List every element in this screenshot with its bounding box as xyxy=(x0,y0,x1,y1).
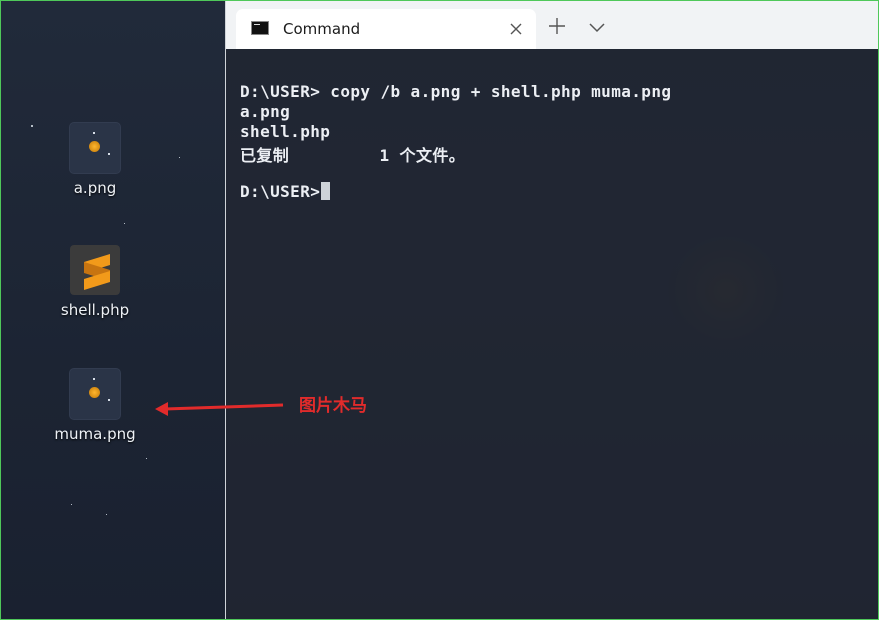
terminal-prompt: D:\USER> xyxy=(240,182,321,201)
desktop: a.png shell.php muma.png xyxy=(1,1,225,619)
terminal-titlebar: Command xyxy=(226,1,878,49)
chevron-down-icon[interactable] xyxy=(586,19,608,37)
desktop-icon-a-png[interactable]: a.png xyxy=(40,123,150,197)
annotation-label: 图片木马 xyxy=(299,396,367,416)
plus-icon[interactable] xyxy=(546,15,568,37)
desktop-icon-label: a.png xyxy=(73,179,117,197)
command-prompt-icon xyxy=(251,21,269,35)
desktop-star xyxy=(179,157,180,158)
terminal-prompt-line: D:\USER> xyxy=(240,182,331,201)
terminal-output[interactable]: D:\USER> copy /b a.png + shell.php muma.… xyxy=(226,49,878,619)
red-arrow-icon xyxy=(155,402,284,416)
terminal-line: D:\USER> copy /b a.png + shell.php muma.… xyxy=(240,82,672,101)
terminal-line: a.png xyxy=(240,102,291,121)
desktop-star xyxy=(71,504,72,505)
desktop-star xyxy=(146,458,147,459)
screenshot-frame: a.png shell.php muma.png Command D:\USER… xyxy=(0,0,879,620)
desktop-icon-muma-png[interactable]: muma.png xyxy=(40,369,150,443)
terminal-line: shell.php xyxy=(240,122,331,141)
desktop-star xyxy=(106,514,107,515)
desktop-icon-label: muma.png xyxy=(54,425,136,443)
png-image-icon xyxy=(70,369,120,419)
desktop-star xyxy=(31,125,33,127)
sublime-text-icon xyxy=(70,245,120,295)
tab-command[interactable]: Command xyxy=(236,9,536,49)
terminal-line: 已复制 1 个文件。 xyxy=(240,146,466,165)
desktop-star xyxy=(124,223,125,224)
desktop-icon-shell-php[interactable]: shell.php xyxy=(40,245,150,319)
close-icon[interactable] xyxy=(506,19,526,39)
desktop-icon-label: shell.php xyxy=(60,301,130,319)
tab-title: Command xyxy=(283,20,361,38)
text-cursor xyxy=(321,182,331,200)
terminal-window: Command D:\USER> copy /b a.png + shell.p… xyxy=(225,1,878,619)
png-image-icon xyxy=(70,123,120,173)
